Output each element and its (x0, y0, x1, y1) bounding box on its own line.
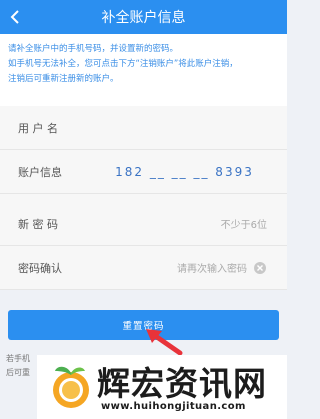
notice-panel: 请补全账户中的手机号码，并设置新的密码。 如手机号无法补全，您可点击下方“注销账… (0, 34, 287, 106)
new-password-label: 新 密 码 (18, 217, 58, 231)
confirm-password-input[interactable]: 请再次输入密码 (102, 260, 247, 275)
notice-line: 如手机号无法补全，您可点击下方“注销账户”将此账户注销， (8, 59, 238, 69)
pointer-arrow-icon (146, 329, 183, 356)
page-title: 补全账户信息 (101, 10, 186, 26)
app-header: 补全账户信息 (0, 0, 287, 34)
back-arrow-icon (10, 10, 19, 24)
new-password-input[interactable]: 不少于6位 (102, 216, 267, 231)
new-password-row[interactable]: 新 密 码 不少于6位 (0, 202, 287, 246)
account-form: 用 户 名 账户信息 182 __ __ __ 8393 新 密 码 不少于6位… (0, 106, 287, 290)
account-value: 182 __ __ __ 8393 (115, 164, 254, 179)
notice-line: 注销后可重新注册新的账户。 (8, 74, 119, 84)
watermark-url: www.huihongjituan.com (101, 401, 246, 412)
account-label: 账户信息 (18, 165, 62, 179)
confirm-password-label: 密码确认 (18, 261, 62, 275)
confirm-password-row[interactable]: 密码确认 请再次输入密码 (0, 246, 287, 290)
username-row[interactable]: 用 户 名 (0, 106, 287, 150)
watermark: 辉宏资讯网 www.huihongjituan.com (37, 355, 287, 419)
notice-line: 请补全账户中的手机号码，并设置新的密码。 (8, 44, 179, 54)
back-button[interactable] (0, 0, 30, 34)
account-row: 账户信息 182 __ __ __ 8393 (0, 150, 287, 194)
clear-icon[interactable] (253, 261, 267, 275)
username-label: 用 户 名 (18, 121, 58, 135)
watermark-title: 辉宏资讯网 (97, 364, 267, 403)
orange-logo-icon (53, 366, 89, 408)
